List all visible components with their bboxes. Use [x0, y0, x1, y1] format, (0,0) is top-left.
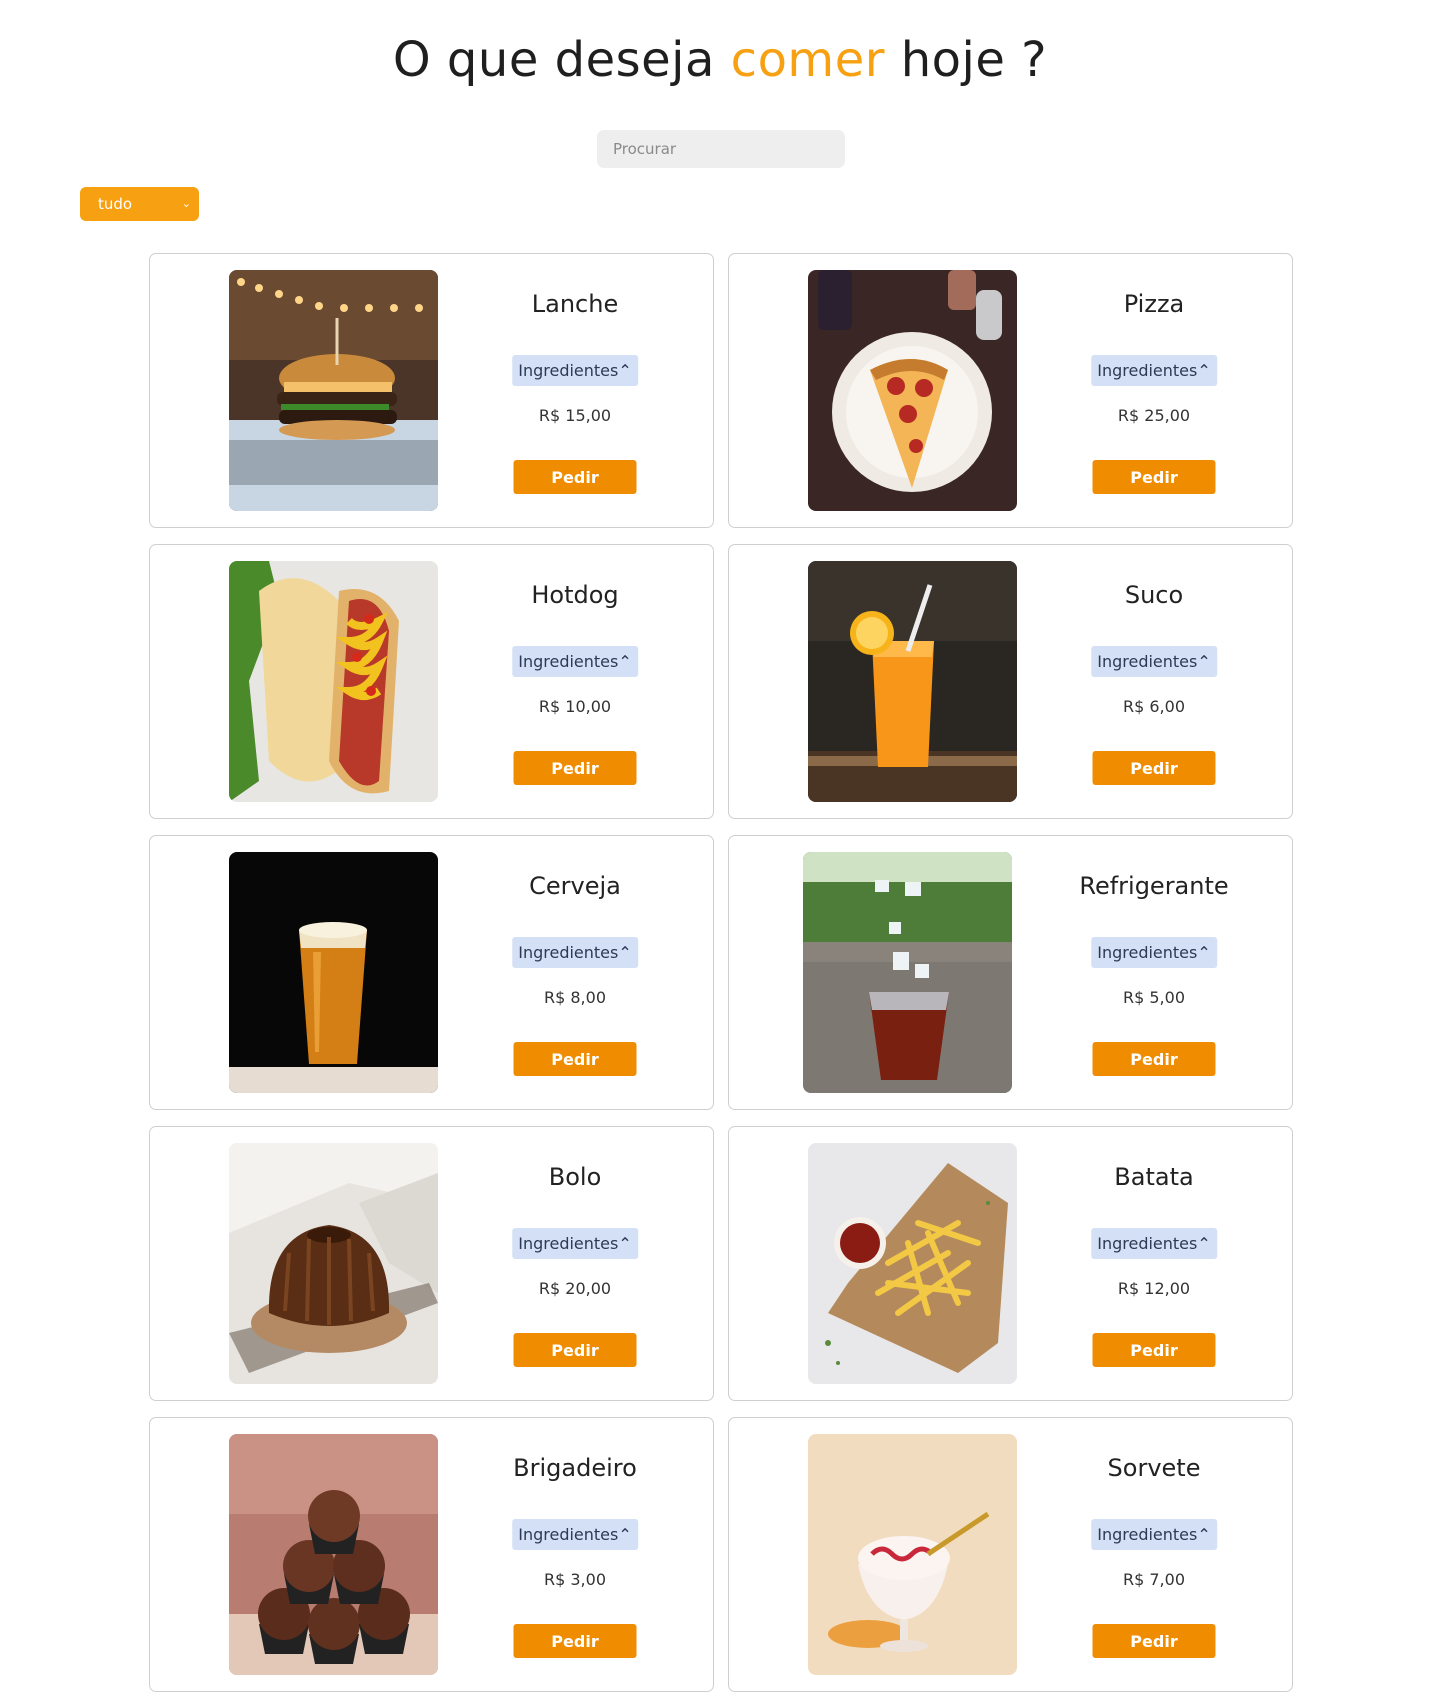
order-button[interactable]: Pedir: [1092, 1624, 1216, 1658]
ingredients-label: Ingredientes: [1097, 1525, 1198, 1544]
ingredients-toggle[interactable]: Ingredientes⌃: [512, 937, 638, 968]
ingredients-toggle[interactable]: Ingredientes⌃: [1091, 1519, 1217, 1550]
chevron-up-icon: ⌃: [618, 943, 632, 962]
ingredients-label: Ingredientes: [1097, 943, 1198, 962]
order-button[interactable]: Pedir: [1092, 1333, 1216, 1367]
order-button[interactable]: Pedir: [1092, 1042, 1216, 1076]
chevron-up-icon: ⌃: [618, 1234, 632, 1253]
soda-image: [803, 852, 1012, 1093]
page-title: O que deseja comer hoje ?: [0, 30, 1440, 90]
title-start: O que deseja: [392, 32, 715, 88]
product-name: Bolo: [548, 1163, 602, 1191]
product-name: Lanche: [531, 290, 619, 318]
product-card: Hotdog Ingredientes⌃ R$ 10,00 Pedir: [149, 544, 714, 819]
french-fries-image: [808, 1143, 1017, 1384]
chevron-up-icon: ⌃: [1197, 943, 1211, 962]
order-button[interactable]: Pedir: [1092, 460, 1216, 494]
product-name: Brigadeiro: [513, 1454, 637, 1482]
order-button[interactable]: Pedir: [1092, 751, 1216, 785]
product-price: R$ 15,00: [538, 406, 612, 425]
product-price: R$ 12,00: [1117, 1279, 1191, 1298]
ingredients-toggle[interactable]: Ingredientes⌃: [512, 1519, 638, 1550]
ingredients-label: Ingredientes: [1097, 361, 1198, 380]
ingredients-toggle[interactable]: Ingredientes⌃: [1091, 1228, 1217, 1259]
ingredients-label: Ingredientes: [518, 1525, 619, 1544]
product-price: R$ 8,00: [543, 988, 606, 1007]
title-accent-word: comer: [730, 32, 885, 88]
product-card: Sorvete Ingredientes⌃ R$ 7,00 Pedir: [728, 1417, 1293, 1692]
product-price: R$ 6,00: [1122, 697, 1185, 716]
ingredients-toggle[interactable]: Ingredientes⌃: [512, 355, 638, 386]
ingredients-label: Ingredientes: [518, 361, 619, 380]
product-card: Suco Ingredientes⌃ R$ 6,00 Pedir: [728, 544, 1293, 819]
ingredients-label: Ingredientes: [1097, 1234, 1198, 1253]
product-card: Pizza Ingredientes⌃ R$ 25,00 Pedir: [728, 253, 1293, 528]
ingredients-toggle[interactable]: Ingredientes⌃: [1091, 646, 1217, 677]
product-price: R$ 5,00: [1122, 988, 1185, 1007]
beer-image: [229, 852, 438, 1093]
ingredients-toggle[interactable]: Ingredientes⌃: [512, 646, 638, 677]
product-name: Pizza: [1123, 290, 1185, 318]
ingredients-toggle[interactable]: Ingredientes⌃: [512, 1228, 638, 1259]
product-card: Refrigerante Ingredientes⌃ R$ 5,00 Pedir: [728, 835, 1293, 1110]
title-end: hoje ?: [900, 32, 1048, 88]
ingredients-toggle[interactable]: Ingredientes⌃: [1091, 937, 1217, 968]
brigadeiro-image: [229, 1434, 438, 1675]
chevron-up-icon: ⌃: [618, 361, 632, 380]
chevron-up-icon: ⌃: [618, 1525, 632, 1544]
ice-cream-image: [808, 1434, 1017, 1675]
product-card: Brigadeiro Ingredientes⌃ R$ 3,00 Pedir: [149, 1417, 714, 1692]
product-name: Refrigerante: [1079, 872, 1229, 900]
chevron-down-icon: ⌄: [181, 197, 191, 210]
chevron-up-icon: ⌃: [618, 652, 632, 671]
product-grid: Lanche Ingredientes⌃ R$ 15,00 Pedir Pizz…: [149, 253, 1293, 1692]
ingredients-label: Ingredientes: [518, 1234, 619, 1253]
burger-image: [229, 270, 438, 511]
product-name: Suco: [1124, 581, 1184, 609]
chevron-up-icon: ⌃: [1197, 652, 1211, 671]
category-filter-value: tudo: [98, 195, 133, 213]
product-price: R$ 10,00: [538, 697, 612, 716]
order-button[interactable]: Pedir: [513, 1333, 637, 1367]
search-input[interactable]: [597, 130, 845, 168]
product-name: Hotdog: [531, 581, 619, 609]
product-card: Batata Ingredientes⌃ R$ 12,00 Pedir: [728, 1126, 1293, 1401]
category-filter-select[interactable]: tudo ⌄: [80, 187, 199, 221]
product-name: Sorvete: [1107, 1454, 1201, 1482]
product-card: Cerveja Ingredientes⌃ R$ 8,00 Pedir: [149, 835, 714, 1110]
hotdog-image: [229, 561, 438, 802]
chevron-up-icon: ⌃: [1197, 1234, 1211, 1253]
pizza-image: [808, 270, 1017, 511]
ingredients-label: Ingredientes: [518, 652, 619, 671]
product-card: Bolo Ingredientes⌃ R$ 20,00 Pedir: [149, 1126, 714, 1401]
order-button[interactable]: Pedir: [513, 751, 637, 785]
ingredients-label: Ingredientes: [518, 943, 619, 962]
order-button[interactable]: Pedir: [513, 1042, 637, 1076]
product-price: R$ 7,00: [1122, 1570, 1185, 1589]
product-card: Lanche Ingredientes⌃ R$ 15,00 Pedir: [149, 253, 714, 528]
orange-juice-image: [808, 561, 1017, 802]
order-button[interactable]: Pedir: [513, 1624, 637, 1658]
ingredients-label: Ingredientes: [1097, 652, 1198, 671]
product-price: R$ 25,00: [1117, 406, 1191, 425]
product-price: R$ 3,00: [543, 1570, 606, 1589]
chevron-up-icon: ⌃: [1197, 361, 1211, 380]
ingredients-toggle[interactable]: Ingredientes⌃: [1091, 355, 1217, 386]
product-name: Cerveja: [529, 872, 621, 900]
product-price: R$ 20,00: [538, 1279, 612, 1298]
cake-image: [229, 1143, 438, 1384]
chevron-up-icon: ⌃: [1197, 1525, 1211, 1544]
order-button[interactable]: Pedir: [513, 460, 637, 494]
product-name: Batata: [1114, 1163, 1194, 1191]
